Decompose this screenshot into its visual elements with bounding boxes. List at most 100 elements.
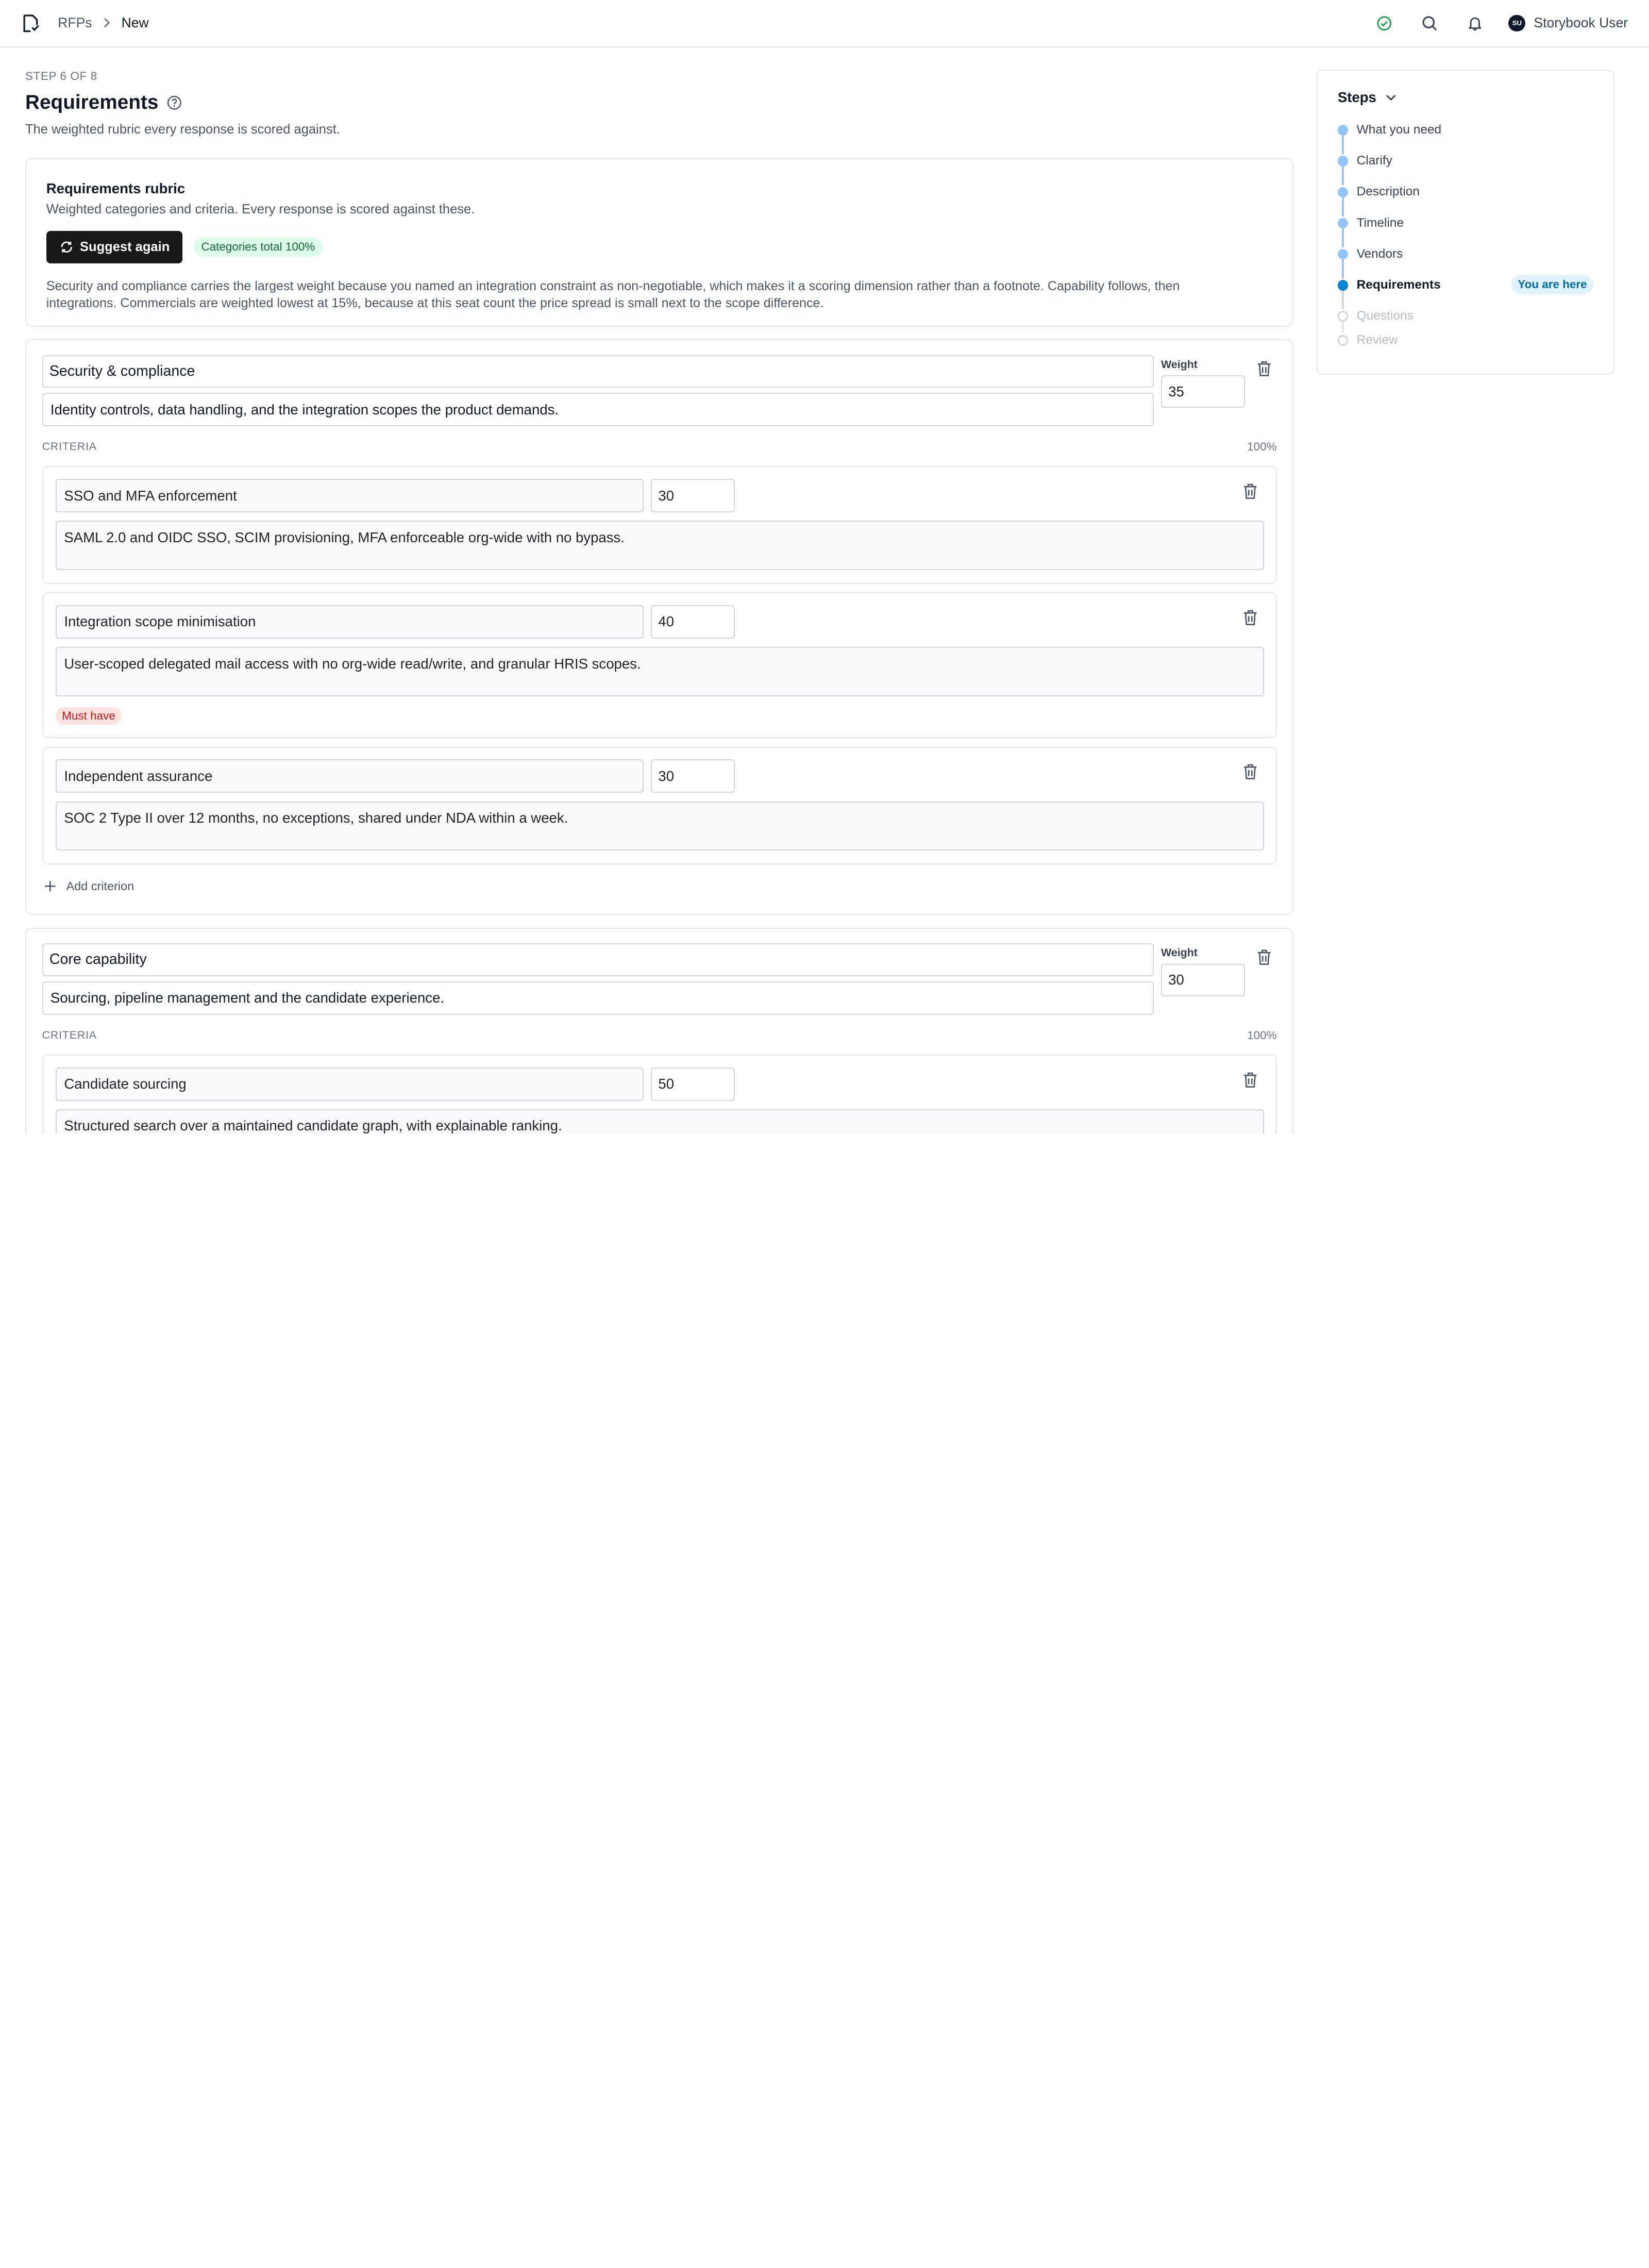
refresh-icon (61, 241, 73, 253)
step-questions: Questions (1337, 309, 1593, 333)
step-timeline[interactable]: Timeline (1337, 215, 1593, 247)
criteria-label: CRITERIA (42, 440, 97, 453)
weight-label: Weight (1160, 946, 1198, 959)
rubric-card: Requirements rubric Weighted categories … (25, 158, 1294, 327)
trash-icon[interactable] (1257, 360, 1272, 377)
category-weight-input[interactable]: 35 (1160, 375, 1246, 408)
criterion-name-input[interactable]: Integration scope minimisation (56, 605, 644, 639)
step-what-you-need[interactable]: What you need (1337, 123, 1593, 155)
criterion-card: Integration scope minimisation 40 User-s… (42, 592, 1277, 739)
criteria-header: CRITERIA 100% (42, 1029, 1277, 1042)
main-content: STEP 6 OF 8 Requirements The weighted ru… (25, 69, 1294, 1134)
app-logo-icon[interactable] (21, 14, 40, 33)
step-label: Requirements (1356, 278, 1441, 292)
rfp-wizard-page: RFPs New SU Storybook User STEP 6 OF 8 R… (0, 0, 1649, 1134)
top-bar: RFPs New SU Storybook User (0, 0, 1649, 47)
steps-list: What you need Clarify Description Timeli… (1337, 123, 1593, 364)
category-weight-input[interactable]: 30 (1160, 963, 1246, 996)
chevron-down-icon (1386, 95, 1396, 101)
add-criterion-label: Add criterion (66, 879, 134, 893)
step-vendors[interactable]: Vendors (1337, 246, 1593, 279)
add-criterion-button[interactable]: Add criterion (42, 879, 1277, 914)
steps-title: Steps (1337, 89, 1376, 106)
criterion-name-input[interactable]: SSO and MFA enforcement (56, 478, 644, 513)
step-dot (1337, 187, 1349, 197)
category-card: Core capability Sourcing, pipeline manag… (25, 927, 1294, 1134)
step-requirements[interactable]: Requirements You are here (1337, 274, 1593, 310)
criteria-total: 100% (1247, 1028, 1277, 1042)
step-dot (1337, 335, 1349, 346)
breadcrumb-new: New (121, 14, 149, 30)
criterion-description-input[interactable]: User-scoped delegated mail access with n… (56, 647, 1264, 697)
criterion-description-input[interactable]: Structured search over a maintained cand… (56, 1109, 1264, 1134)
rubric-title: Requirements rubric (46, 180, 186, 196)
rubric-subtitle: Weighted categories and criteria. Every … (46, 202, 475, 217)
bell-icon[interactable] (1463, 11, 1487, 35)
category-description-input[interactable]: Identity controls, data handling, and th… (42, 393, 1154, 427)
trash-icon[interactable] (1243, 1072, 1258, 1089)
step-description[interactable]: Description (1337, 185, 1593, 216)
search-icon[interactable] (1418, 11, 1441, 35)
criteria-label: CRITERIA (42, 1028, 97, 1041)
criterion-card: Candidate sourcing 50 Structured search … (42, 1055, 1277, 1134)
steps-toggle[interactable]: Steps (1338, 89, 1593, 106)
steps-panel: Steps What you need Clarify Description … (1317, 69, 1614, 375)
you-are-here-badge: You are here (1511, 274, 1593, 295)
user-menu[interactable]: SU Storybook User (1508, 14, 1628, 32)
page-subtitle: The weighted rubric every response is sc… (25, 122, 340, 137)
breadcrumb-rfps[interactable]: RFPs (58, 15, 92, 31)
step-label: Clarify (1356, 154, 1392, 168)
must-have-badge[interactable]: Must have (56, 707, 122, 725)
rubric-rationale: Security and compliance carries the larg… (46, 279, 1180, 311)
help-icon[interactable] (167, 95, 182, 110)
criterion-name-input[interactable]: Candidate sourcing (56, 1067, 644, 1101)
step-clarify[interactable]: Clarify (1337, 154, 1593, 186)
step-dot (1337, 248, 1349, 260)
category-weight: Weight 30 (1160, 946, 1246, 996)
check-circle-icon[interactable] (1373, 11, 1396, 35)
step-dot (1337, 218, 1349, 229)
step-dot (1337, 280, 1349, 291)
weight-label: Weight (1160, 358, 1198, 371)
criterion-weight-input[interactable]: 30 (651, 478, 735, 513)
category-weight: Weight 35 (1160, 358, 1246, 408)
step-label: Timeline (1356, 215, 1404, 230)
step-label: Description (1356, 185, 1420, 199)
category-name-input[interactable]: Core capability (42, 943, 1154, 976)
criterion-card: Independent assurance 30 SOC 2 Type II o… (42, 746, 1277, 864)
step-label: Review (1356, 333, 1398, 347)
step-indicator: STEP 6 OF 8 (25, 69, 97, 82)
step-label: Vendors (1356, 246, 1403, 261)
criterion-name-input[interactable]: Independent assurance (56, 759, 644, 793)
criterion-card: SSO and MFA enforcement 30 SAML 2.0 and … (42, 466, 1277, 584)
breadcrumb: RFPs New (58, 15, 148, 31)
criterion-description-input[interactable]: SOC 2 Type II over 12 months, no excepti… (56, 801, 1264, 851)
rubric-actions: Suggest again Categories total 100% (46, 230, 1273, 263)
page-title-row: Requirements (25, 91, 1293, 114)
step-dot (1337, 156, 1349, 166)
categories-total-badge: Categories total 100% (194, 237, 323, 257)
criterion-weight-input[interactable]: 50 (651, 1067, 735, 1101)
trash-icon[interactable] (1243, 609, 1258, 626)
trash-icon[interactable] (1243, 763, 1258, 780)
category-name-input[interactable]: Security & compliance (42, 355, 1154, 388)
page-title: Requirements (25, 91, 159, 113)
step-review: Review (1337, 333, 1593, 364)
category-description-input[interactable]: Sourcing, pipeline management and the ca… (42, 981, 1154, 1015)
step-label: What you need (1356, 123, 1442, 137)
criterion-weight-input[interactable]: 40 (651, 605, 735, 639)
plus-icon (44, 880, 56, 892)
criteria-header: CRITERIA 100% (42, 440, 1277, 454)
trash-icon[interactable] (1243, 483, 1258, 500)
suggest-again-button[interactable]: Suggest again (46, 230, 182, 263)
criteria-total: 100% (1247, 440, 1277, 453)
category-card: Security & compliance Identity controls,… (25, 339, 1294, 915)
step-dot (1337, 311, 1349, 322)
criterion-description-input[interactable]: SAML 2.0 and OIDC SSO, SCIM provisioning… (56, 521, 1264, 571)
criterion-weight-input[interactable]: 30 (651, 759, 735, 793)
step-label: Questions (1356, 309, 1414, 323)
avatar: SU (1508, 14, 1526, 32)
step-dot (1337, 125, 1349, 136)
trash-icon[interactable] (1257, 949, 1272, 966)
user-name: Storybook User (1534, 15, 1628, 31)
